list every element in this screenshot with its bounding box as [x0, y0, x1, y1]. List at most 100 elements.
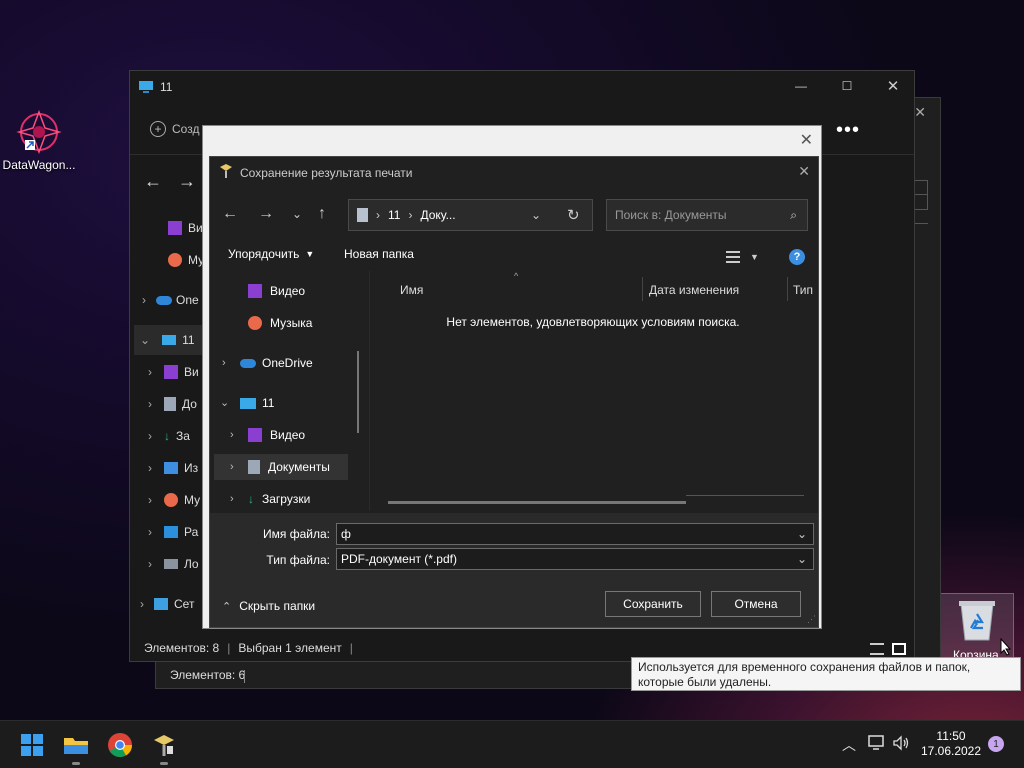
forward-arrow-icon[interactable]: →: [178, 171, 196, 192]
filetype-label: Тип файла:: [266, 553, 330, 567]
chevron-right-icon: ›: [148, 397, 152, 411]
print-app-taskbar-icon[interactable]: [148, 729, 180, 765]
chevron-up-icon[interactable]: ︿: [842, 735, 856, 755]
tree-item-computer[interactable]: 11: [240, 389, 274, 417]
chevron-down-icon[interactable]: ⌄: [220, 396, 229, 409]
video-icon: [164, 365, 178, 379]
chevron-right-icon: ›: [148, 493, 152, 507]
up-arrow-icon[interactable]: ↑: [318, 205, 326, 223]
view-options[interactable]: ▼: [726, 251, 759, 263]
file-explorer-taskbar-icon[interactable]: [60, 729, 92, 765]
chevron-down-icon[interactable]: ⌄: [531, 208, 541, 222]
chrome-taskbar-icon[interactable]: [104, 729, 136, 761]
dialog-title: Сохранение результата печати: [240, 166, 413, 180]
view-toggle: [870, 643, 906, 655]
help-icon[interactable]: ?: [789, 249, 805, 265]
app-logo-icon: [15, 108, 63, 156]
computer-icon: [162, 335, 177, 345]
close-button[interactable]: ✕: [870, 71, 916, 101]
column-type[interactable]: Тип: [793, 277, 815, 303]
sidebar-label: За: [176, 429, 190, 443]
network-icon[interactable]: [868, 735, 886, 751]
tree-label: 11: [262, 396, 275, 410]
filename-value: ф: [341, 527, 351, 541]
scroll-track: [686, 495, 804, 496]
desktop-app-shortcut[interactable]: DataWagon...: [0, 104, 78, 174]
resize-grip-icon[interactable]: ⋰: [807, 614, 816, 625]
hide-folders-button[interactable]: ⌃ Скрыть папки: [222, 599, 315, 613]
window-title: 11: [160, 80, 173, 94]
pane-divider[interactable]: [369, 271, 370, 511]
column-name[interactable]: Имя: [400, 277, 640, 303]
column-divider[interactable]: [787, 277, 788, 301]
volume-icon[interactable]: [892, 735, 910, 751]
tree-item-onedrive[interactable]: OneDrive: [240, 349, 313, 377]
plus-icon: +: [150, 121, 166, 137]
back-arrow-icon[interactable]: ←: [222, 205, 238, 223]
tree-item-video[interactable]: Видео: [248, 277, 305, 305]
filename-input[interactable]: ф ⌄: [336, 523, 814, 545]
notification-badge[interactable]: 1: [988, 736, 1004, 752]
save-button[interactable]: Сохранить: [605, 591, 701, 617]
windows-logo-icon: [21, 734, 43, 756]
chevron-down-icon[interactable]: ⌄: [797, 527, 807, 541]
clock-date: 17.06.2022: [920, 744, 982, 758]
chevron-right-icon[interactable]: ›: [230, 493, 234, 505]
recycle-bin-icon: [957, 598, 997, 642]
new-button[interactable]: + Созд: [150, 121, 199, 137]
clock[interactable]: 11:50 17.06.2022: [920, 729, 982, 759]
document-icon: [164, 397, 176, 411]
sidebar-label: One: [176, 293, 199, 307]
computer-icon: [138, 80, 154, 94]
search-input[interactable]: Поиск в: Документы ⌕: [606, 199, 808, 231]
tiles-view-icon[interactable]: [892, 643, 906, 655]
breadcrumb-current[interactable]: Доку...: [420, 208, 455, 222]
chevron-right-icon[interactable]: ›: [230, 461, 234, 473]
column-divider[interactable]: [642, 277, 643, 301]
tree-item-video[interactable]: Видео: [248, 421, 305, 449]
column-date[interactable]: Дата изменения: [649, 277, 785, 303]
list-view-icon: [726, 251, 740, 263]
sidebar-label: Ра: [184, 525, 199, 539]
organize-button[interactable]: Упорядочить ▼: [228, 247, 314, 261]
drive-icon: [164, 559, 178, 569]
filetype-select[interactable]: PDF-документ (*.pdf) ⌄: [336, 548, 814, 570]
tree-scrollbar[interactable]: [357, 351, 359, 433]
chevron-right-icon[interactable]: ›: [230, 429, 234, 441]
forward-arrow-icon[interactable]: →: [258, 205, 274, 223]
maximize-button[interactable]: ☐: [824, 71, 870, 101]
more-options-icon[interactable]: •••: [836, 119, 860, 142]
tree-item-music[interactable]: Музыка: [248, 309, 312, 337]
app-icon: [218, 163, 234, 179]
search-placeholder: Поиск в: Документы: [615, 208, 727, 222]
new-folder-button[interactable]: Новая папка: [344, 247, 414, 261]
chevron-right-icon[interactable]: ›: [222, 357, 226, 369]
address-bar[interactable]: › 11 › Доку... ⌄ ↻: [348, 199, 593, 231]
tree-item-downloads[interactable]: ↓ Загрузки: [248, 485, 310, 513]
details-view-icon[interactable]: [870, 643, 884, 655]
horizontal-scrollbar[interactable]: [388, 501, 686, 504]
chevron-right-icon: ›: [376, 208, 380, 222]
close-button[interactable]: ✕: [798, 163, 810, 180]
cancel-button[interactable]: Отмена: [711, 591, 801, 617]
save-dialog[interactable]: Сохранение результата печати ✕ ← → ⌄ ↑ ›…: [209, 156, 819, 628]
minimize-button[interactable]: —: [778, 71, 824, 101]
close-icon[interactable]: ✕: [914, 104, 926, 121]
status-divider: [244, 670, 245, 683]
chevron-up-icon: ⌃: [222, 600, 232, 613]
running-indicator: [160, 762, 168, 765]
start-button[interactable]: [16, 729, 48, 761]
cloud-icon: [240, 358, 256, 368]
filename-label: Имя файла:: [263, 527, 330, 541]
sidebar-label: Сет: [174, 597, 195, 611]
tree-item-documents[interactable]: Документы: [248, 453, 330, 481]
status-selected: Выбран 1 элемент: [238, 641, 342, 655]
back-arrow-icon[interactable]: ←: [144, 171, 162, 192]
close-icon[interactable]: ✕: [800, 130, 813, 150]
refresh-icon[interactable]: ↻: [567, 206, 580, 224]
chevron-down-icon[interactable]: ⌄: [797, 552, 807, 566]
chevron-right-icon: ›: [148, 461, 152, 475]
chevron-down-icon[interactable]: ⌄: [292, 207, 302, 221]
sidebar-item-selected[interactable]: ⌄ 11: [134, 325, 206, 355]
breadcrumb-root[interactable]: 11: [388, 208, 400, 222]
